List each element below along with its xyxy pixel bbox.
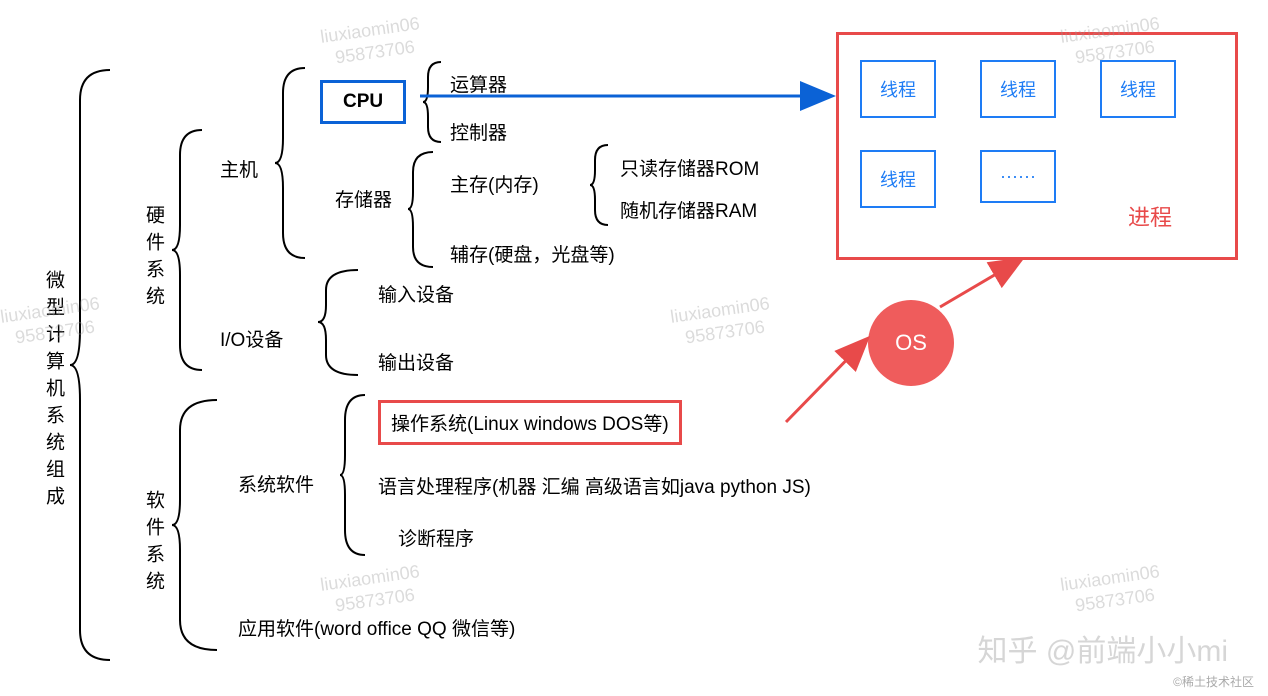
ram-label: 随机存储器RAM (620, 196, 757, 223)
thread-2: 线程 (980, 60, 1056, 118)
watermark-4b: 95873706 (684, 317, 766, 349)
cu-label: 控制器 (450, 118, 507, 145)
brace-root (70, 70, 120, 660)
brace-hardware (172, 130, 212, 370)
watermark-4a: liuxiaomin06 (669, 293, 771, 328)
thread-ellipsis: ······ (980, 150, 1056, 203)
thread-3: 线程 (1100, 60, 1176, 118)
brace-storage (408, 152, 443, 267)
thread-1: 线程 (860, 60, 936, 118)
aux-memory-label: 辅存(硬盘，光盘等) (450, 240, 615, 267)
footer-watermark: ©稀土技术社区 (1173, 673, 1254, 690)
system-software-label: 系统软件 (238, 470, 314, 497)
output-device-label: 输出设备 (378, 348, 454, 375)
brace-io (318, 270, 368, 375)
watermark-1b: 95873706 (334, 37, 416, 69)
thread-4: 线程 (860, 150, 936, 208)
cpu-to-process-arrow (420, 86, 840, 106)
brace-software (172, 400, 227, 650)
lang-processor-label: 语言处理程序(机器 汇编 高级语言如java python JS) (378, 472, 811, 499)
storage-label: 存储器 (335, 185, 392, 212)
root-label: 微型计算机系统组成 (40, 270, 67, 513)
watermark-5b: 95873706 (334, 585, 416, 617)
watermark-5a: liuxiaomin06 (319, 561, 421, 596)
osbox-to-oscircle-arrow (786, 330, 876, 430)
brace-sys-software (340, 395, 375, 555)
oscircle-to-process-arrow (940, 255, 1030, 315)
watermark-6a: liuxiaomin06 (1059, 561, 1161, 596)
software-label: 软件系统 (140, 490, 167, 598)
os-box: 操作系统(Linux windows DOS等) (378, 400, 682, 445)
watermark-6b: 95873706 (1074, 585, 1156, 617)
hardware-label: 硬件系统 (140, 205, 167, 313)
host-label: 主机 (220, 155, 258, 182)
watermark-1a: liuxiaomin06 (319, 13, 421, 48)
diagnostic-label: 诊断程序 (398, 524, 474, 551)
zhihu-watermark: 知乎 @前端小小mi (978, 626, 1228, 670)
app-software-label: 应用软件(word office QQ 微信等) (238, 614, 515, 641)
brace-memory (590, 145, 615, 225)
process-label: 进程 (1128, 200, 1172, 232)
brace-host (275, 68, 315, 258)
io-label: I/O设备 (220, 325, 283, 352)
main-memory-label: 主存(内存) (450, 170, 539, 197)
cpu-box: CPU (320, 80, 406, 124)
input-device-label: 输入设备 (378, 280, 454, 307)
rom-label: 只读存储器ROM (620, 154, 759, 181)
